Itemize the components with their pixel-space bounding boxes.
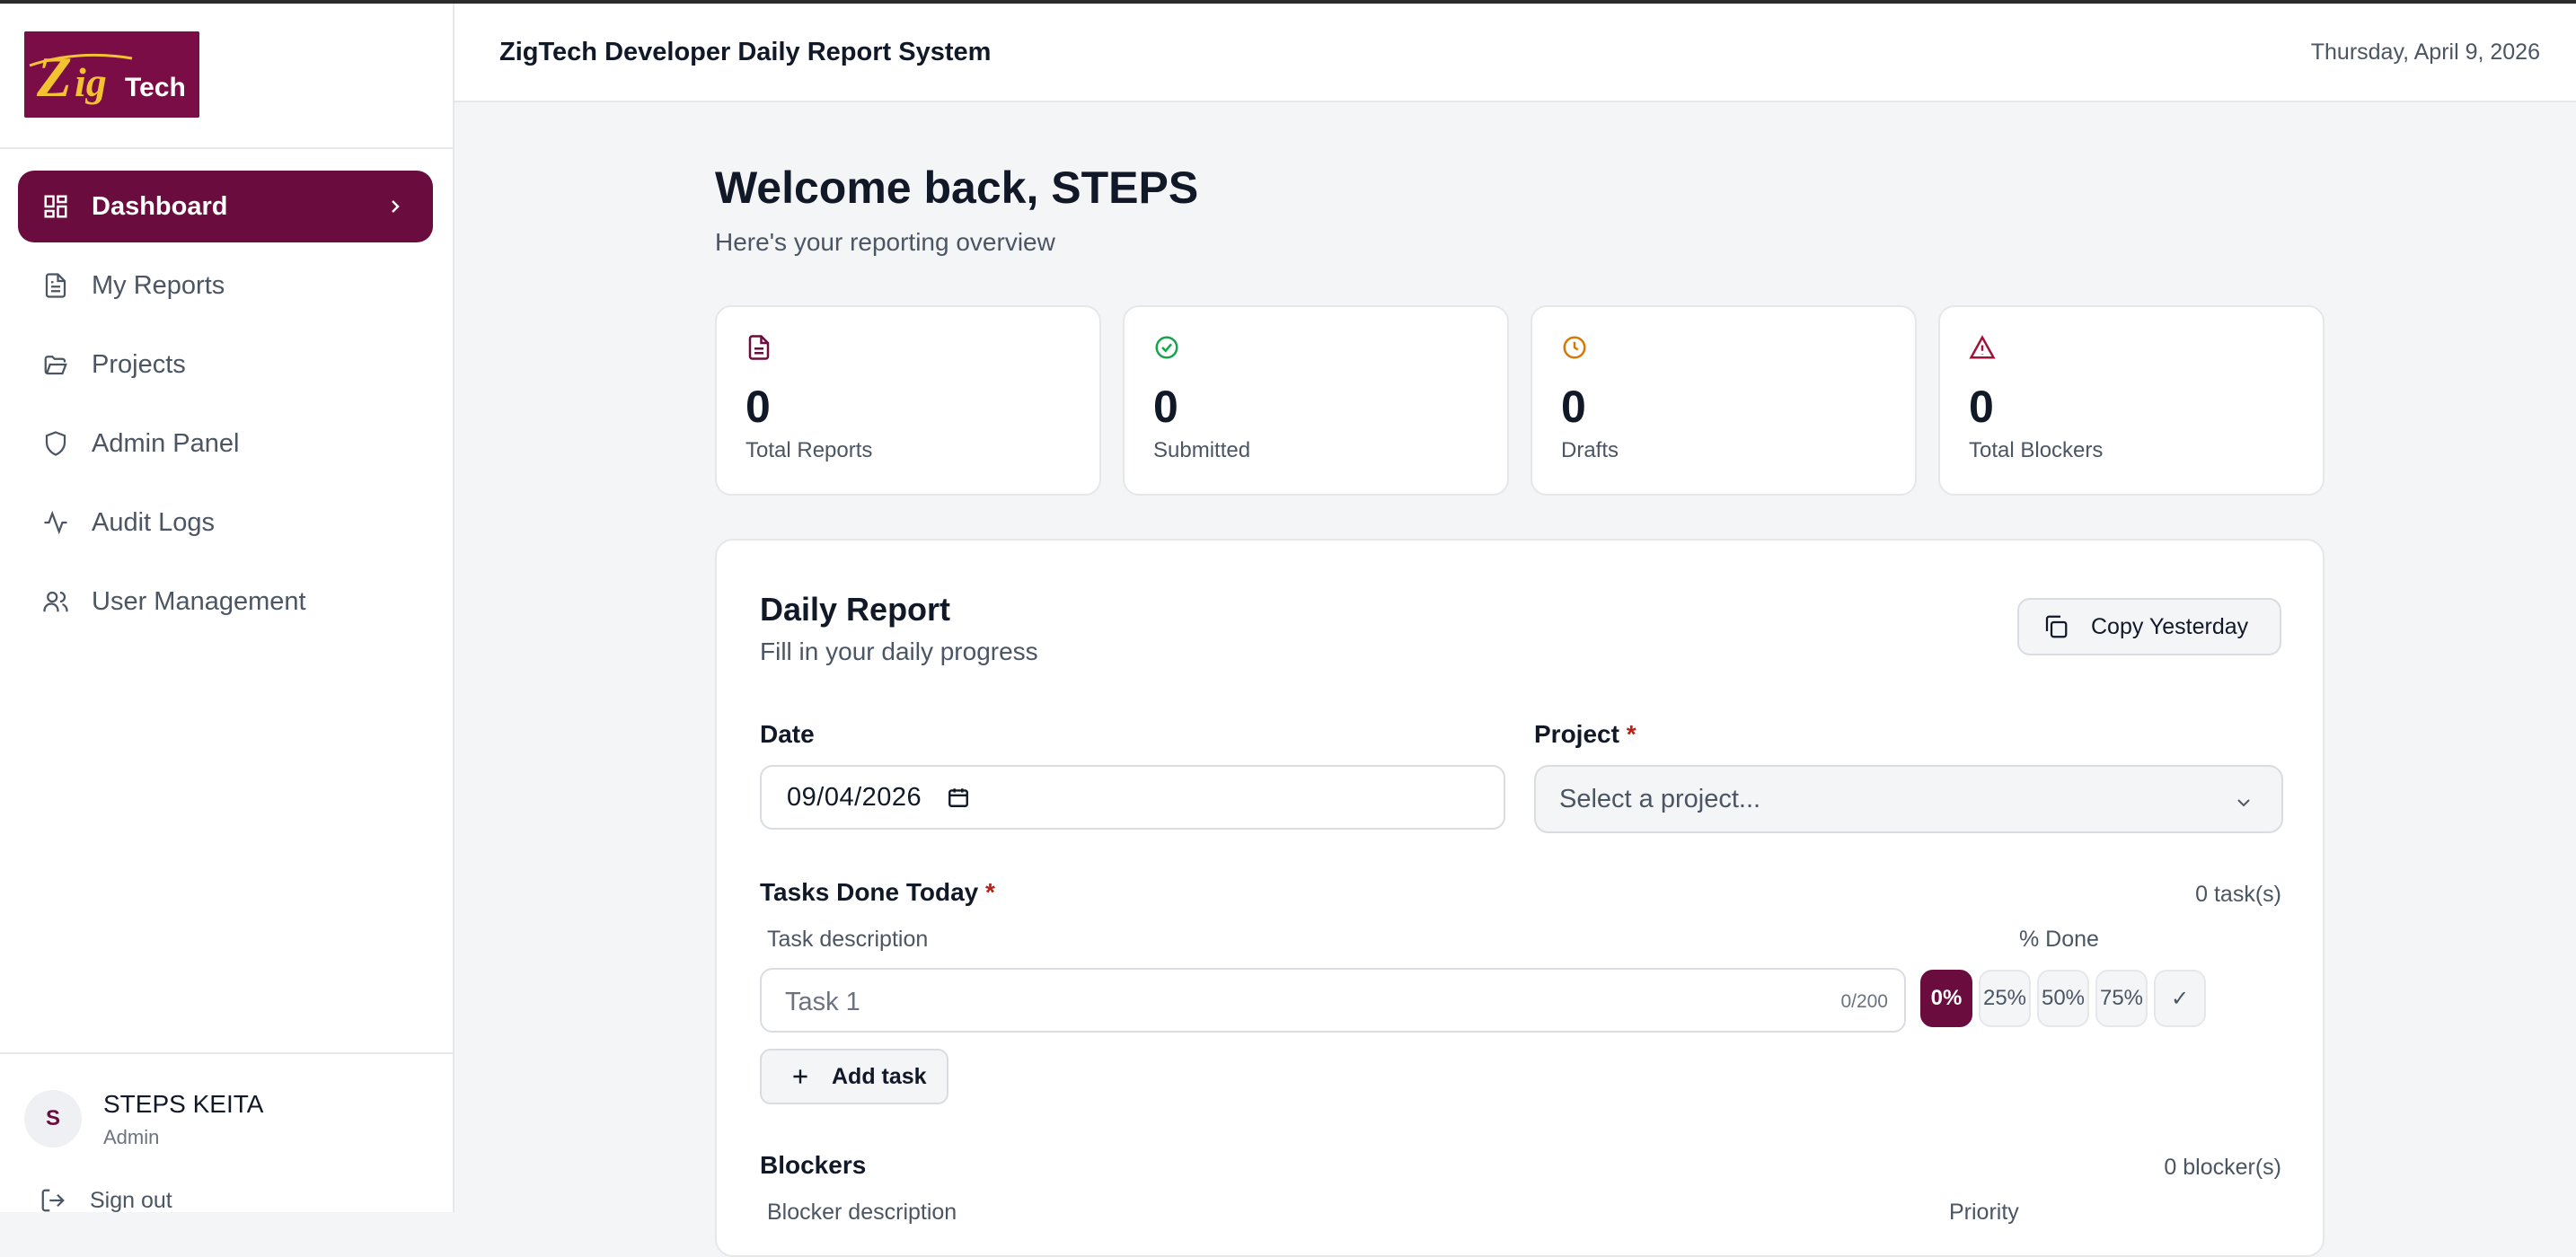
clock-icon xyxy=(1561,334,1588,365)
folder-open-icon xyxy=(40,348,72,381)
copy-yesterday-button[interactable]: Copy Yesterday xyxy=(2017,598,2281,655)
log-out-icon xyxy=(41,1189,65,1212)
welcome-subtitle: Here's your reporting overview xyxy=(715,228,1055,256)
user-name: STEPS KEITA xyxy=(103,1090,264,1118)
alert-triangle-icon xyxy=(1969,334,1996,365)
date-input[interactable]: 09/04/2026 xyxy=(760,765,1505,830)
stat-card-submitted: 0 Submitted xyxy=(1123,305,1509,496)
zigtech-logo[interactable]: Z ig Tech xyxy=(24,31,199,118)
priority-header: Priority xyxy=(1949,1200,2019,1225)
stat-card-total-reports: 0 Total Reports xyxy=(715,305,1101,496)
sidebar-item-label: Projects xyxy=(92,349,186,379)
sidebar-item-user-management[interactable]: User Management xyxy=(18,566,433,637)
blocker-description-header: Blocker description xyxy=(767,1200,957,1225)
file-text-icon xyxy=(40,269,72,302)
activity-icon xyxy=(40,506,72,539)
project-label-text: Project xyxy=(1534,720,1619,748)
daily-report-card: Daily Report Fill in your daily progress… xyxy=(715,539,2325,1257)
copy-yesterday-label: Copy Yesterday xyxy=(2091,613,2249,639)
task-description-header: Task description xyxy=(767,927,929,952)
page-title: ZigTech Developer Daily Report System xyxy=(499,38,992,66)
check-circle-icon xyxy=(1153,334,1180,365)
sidebar-item-label: My Reports xyxy=(92,270,225,300)
chevron-down-icon xyxy=(2237,799,2250,807)
sidebar-item-label: Admin Panel xyxy=(92,428,240,458)
stat-value: 0 xyxy=(1969,382,1994,432)
stat-value: 0 xyxy=(745,382,771,432)
sidebar-divider xyxy=(0,1052,453,1054)
task-placeholder: Task 1 xyxy=(785,988,860,1016)
task-input[interactable]: Task 1 0/200 xyxy=(760,968,1906,1033)
date-value: 09/04/2026 xyxy=(787,782,922,812)
date-label-text: Date xyxy=(760,720,815,748)
svg-text:Tech: Tech xyxy=(125,73,186,102)
char-count: 0/200 xyxy=(1840,991,1888,1012)
tasks-label-text: Tasks Done Today xyxy=(760,878,979,906)
sign-out-button[interactable]: Sign out xyxy=(40,1187,172,1214)
project-label: Project * xyxy=(1534,720,1636,749)
svg-text:ig: ig xyxy=(75,59,107,105)
pct-25-button[interactable]: 25% xyxy=(1979,970,2031,1027)
zigtech-logo-icon: Z ig Tech xyxy=(24,31,199,118)
plus-icon xyxy=(793,1069,807,1084)
pct-0-button[interactable]: 0% xyxy=(1920,970,1972,1027)
stat-value: 0 xyxy=(1561,382,1586,432)
sidebar-item-label: User Management xyxy=(92,586,306,616)
current-date: Thursday, April 9, 2026 xyxy=(2310,40,2540,65)
avatar[interactable]: S xyxy=(24,1090,82,1147)
svg-text:Z: Z xyxy=(36,45,72,109)
blockers-label-text: Blockers xyxy=(760,1151,867,1179)
sidebar-nav: Dashboard My Reports Projects Admin Pane… xyxy=(18,171,433,645)
tasks-count: 0 task(s) xyxy=(2195,882,2281,907)
required-mark: * xyxy=(985,878,995,906)
add-task-label: Add task xyxy=(832,1063,927,1089)
stat-label: Total Blockers xyxy=(1969,438,2104,462)
sidebar-item-projects[interactable]: Projects xyxy=(18,329,433,400)
blockers-label: Blockers xyxy=(760,1151,866,1180)
sign-out-label: Sign out xyxy=(90,1187,172,1213)
sidebar-item-my-reports[interactable]: My Reports xyxy=(18,250,433,321)
blockers-count: 0 blocker(s) xyxy=(2164,1155,2281,1180)
sidebar-divider xyxy=(0,147,453,149)
user-role: Admin xyxy=(103,1126,160,1148)
top-header: ZigTech Developer Daily Report System Th… xyxy=(454,4,2576,102)
sidebar-item-audit-logs[interactable]: Audit Logs xyxy=(18,487,433,558)
sidebar-item-dashboard[interactable]: Dashboard xyxy=(18,171,433,242)
required-mark: * xyxy=(1626,720,1636,748)
sidebar-item-label: Dashboard xyxy=(92,191,228,221)
pct-75-button[interactable]: 75% xyxy=(2095,970,2148,1027)
add-task-button[interactable]: Add task xyxy=(760,1049,948,1104)
stat-label: Total Reports xyxy=(745,438,873,462)
users-icon xyxy=(40,585,72,618)
file-text-icon xyxy=(745,334,772,365)
sidebar-item-admin-panel[interactable]: Admin Panel xyxy=(18,408,433,479)
shield-icon xyxy=(40,427,72,460)
sidebar-item-label: Audit Logs xyxy=(92,507,216,537)
pct-50-button[interactable]: 50% xyxy=(2037,970,2089,1027)
tasks-label: Tasks Done Today * xyxy=(760,878,995,907)
daily-report-subtitle: Fill in your daily progress xyxy=(760,637,1038,665)
dashboard-icon xyxy=(40,190,72,223)
calendar-icon[interactable] xyxy=(947,786,970,809)
stat-card-drafts: 0 Drafts xyxy=(1531,305,1917,496)
welcome-heading: Welcome back, STEPS xyxy=(715,163,1199,213)
chevron-right-icon xyxy=(384,195,406,224)
pct-complete-button[interactable]: ✓ xyxy=(2154,970,2206,1027)
project-select[interactable]: Select a project... xyxy=(1534,765,2283,833)
daily-report-title: Daily Report xyxy=(760,591,951,628)
stat-label: Drafts xyxy=(1561,438,1619,462)
stat-value: 0 xyxy=(1153,382,1178,432)
date-label: Date xyxy=(760,720,815,749)
percent-done-header: % Done xyxy=(2019,927,2099,952)
stat-label: Submitted xyxy=(1153,438,1251,462)
stat-card-total-blockers: 0 Total Blockers xyxy=(1938,305,2325,496)
project-placeholder: Select a project... xyxy=(1559,784,1761,813)
copy-icon xyxy=(2045,615,2068,638)
sidebar: Z ig Tech Dashboard My Reports Projects … xyxy=(0,4,454,1214)
